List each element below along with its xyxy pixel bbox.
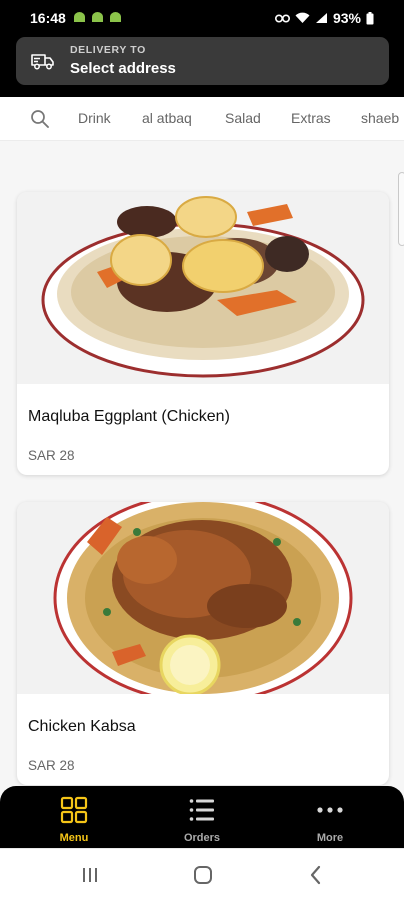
app-root: 16:48 93% DELIVERY TO Select address Dri… xyxy=(0,0,404,900)
bottom-navigation: Menu Orders More xyxy=(0,786,404,848)
item-name: Maqluba Eggplant (Chicken) xyxy=(28,408,230,425)
wifi-icon xyxy=(295,12,310,23)
nav-menu-label: Menu xyxy=(59,832,89,844)
android-notification-icon xyxy=(74,12,85,22)
tab-extras[interactable]: Extras xyxy=(291,110,331,126)
status-right: 93% xyxy=(274,10,374,26)
nav-orders[interactable]: Orders xyxy=(157,786,247,848)
status-time: 16:48 xyxy=(30,10,66,26)
delivery-value: Select address xyxy=(70,60,176,77)
search-icon[interactable] xyxy=(30,109,50,129)
menu-item-card[interactable]: Chicken Kabsa SAR 28 xyxy=(17,502,389,785)
item-price: SAR 28 xyxy=(28,758,75,773)
nav-more-label: More xyxy=(316,832,344,844)
scroll-edge-indicator xyxy=(398,172,404,246)
recent-apps-icon[interactable] xyxy=(79,864,101,886)
food-image xyxy=(17,502,389,694)
category-tabs: Drink al atbaq Salad Extras shaeb xyxy=(0,97,404,141)
tab-salad[interactable]: Salad xyxy=(225,110,261,126)
nav-menu[interactable]: Menu xyxy=(29,786,119,848)
android-notification-icon xyxy=(92,12,103,22)
food-image xyxy=(17,192,389,384)
delivery-address-button[interactable]: DELIVERY TO Select address xyxy=(16,37,389,85)
nav-orders-label: Orders xyxy=(183,832,221,844)
item-price: SAR 28 xyxy=(28,448,75,463)
tab-drink[interactable]: Drink xyxy=(78,110,111,126)
nav-more[interactable]: More xyxy=(285,786,375,848)
signal-icon xyxy=(315,13,327,23)
battery-icon xyxy=(366,11,374,24)
item-name: Chicken Kabsa xyxy=(28,718,136,735)
delivery-truck-icon xyxy=(31,54,54,70)
battery-percent: 93% xyxy=(332,10,361,26)
tab-al-atbaq[interactable]: al atbaq xyxy=(142,110,192,126)
list-icon xyxy=(189,799,214,821)
system-navigation-bar xyxy=(0,848,404,900)
home-icon[interactable] xyxy=(192,864,214,886)
tab-shaeb[interactable]: shaeb xyxy=(361,110,399,126)
android-notification-icon xyxy=(110,12,121,22)
status-bar: 16:48 93% xyxy=(0,0,404,34)
menu-item-card[interactable]: Maqluba Eggplant (Chicken) SAR 28 xyxy=(17,192,389,475)
grid-icon xyxy=(60,796,88,824)
header: 16:48 93% DELIVERY TO Select address xyxy=(0,0,404,97)
more-dots-icon xyxy=(317,807,343,813)
link-icon xyxy=(274,14,290,22)
delivery-label: DELIVERY TO xyxy=(70,44,146,56)
back-icon[interactable] xyxy=(305,864,327,886)
